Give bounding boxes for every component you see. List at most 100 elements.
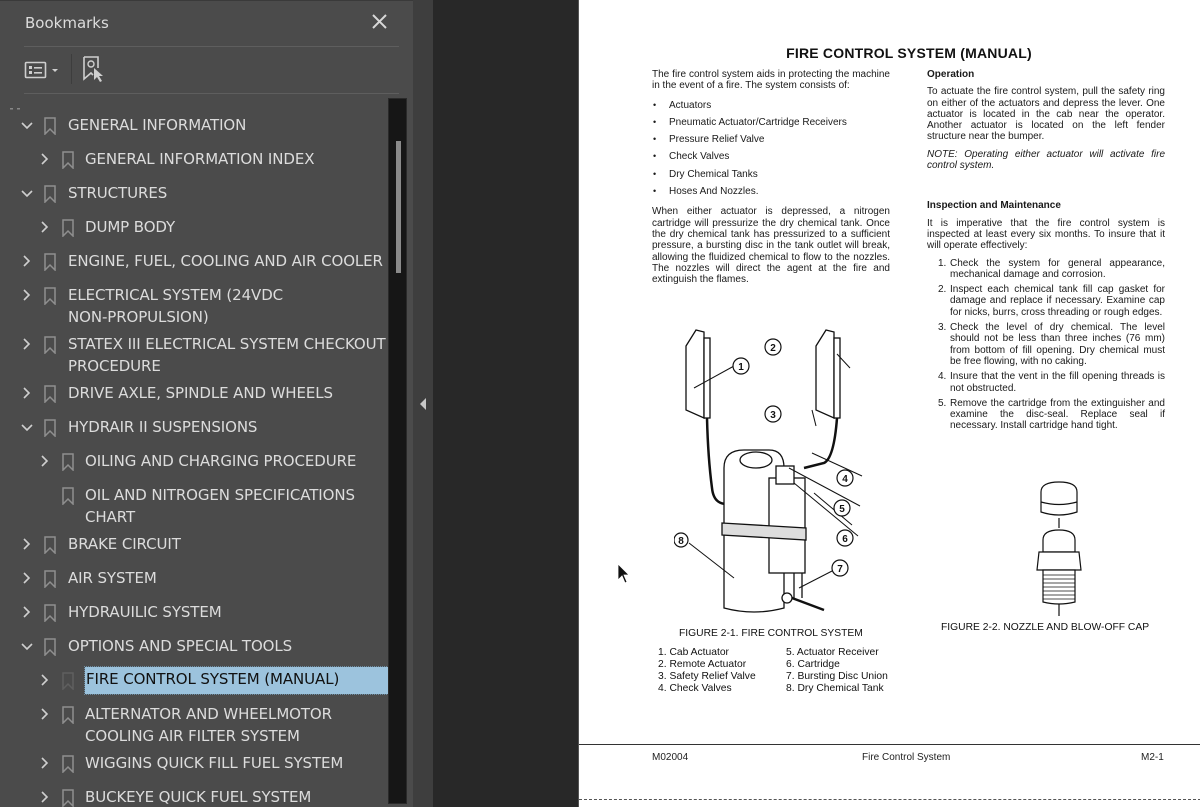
callout-2: 2 [764,338,782,356]
bookmark-icon [62,151,74,170]
step-item: 1. Check the system for general appearanc… [927,258,1165,281]
chevron-down-icon[interactable] [20,635,34,657]
footer-rule [579,744,1200,745]
inspection-heading: Inspection and Maintenance [927,200,1061,212]
scrollbar-thumb[interactable] [396,141,401,273]
bookmark-icon [62,672,74,691]
step-item: 2. Inspect each chemical tank fill cap ga… [927,284,1165,318]
chevron-right-icon[interactable] [38,786,52,807]
step-text: Inspect each chemical tank fill cap gask… [950,284,1165,318]
step-item: 4. Insure that the vent in the fill openi… [927,371,1165,394]
chevron-right-icon[interactable] [20,284,34,306]
bookmark-icon [44,117,56,136]
bookmarks-scrollbar[interactable] [388,98,407,804]
chevron-right-icon[interactable] [38,216,52,238]
page-break-line [579,799,1200,800]
description-paragraph: When either actuator is depressed, a nit… [652,206,890,286]
chevron-right-icon[interactable] [38,752,52,774]
bookmark-icon [44,419,56,438]
page-title: FIRE CONTROL SYSTEM (MANUAL) [786,45,1032,61]
list-item: Check Valves [652,151,890,168]
bookmark-label: HYDRAIR II SUSPENSIONS [68,418,258,436]
figure-2-caption: FIGURE 2-2. NOZZLE AND BLOW-OFF CAP [941,622,1150,633]
panel-collapse-strip [413,0,433,807]
chevron-down-icon[interactable] [20,114,34,136]
bookmark-icon [44,604,56,623]
bookmarks-header: Bookmarks [24,1,399,47]
new-bookmark-icon[interactable] [81,55,107,83]
document-page: FIRE CONTROL SYSTEM (MANUAL) The fire co… [578,0,1200,807]
bookmark-icon [62,219,74,238]
step-text: Check the level of dry chemical. The lev… [950,322,1165,367]
bookmark-icon [44,536,56,555]
legend-item: 4. Check Valves [658,683,732,695]
operation-note: NOTE: Operating either actuator will act… [927,148,1165,172]
chevron-right-icon[interactable] [20,250,34,272]
step-text: Check the system for general appearance,… [950,257,1165,280]
chevron-right-icon[interactable] [20,382,34,404]
bookmark-icon [44,570,56,589]
close-icon[interactable] [369,11,391,33]
list-item: Hoses And Nozzles. [652,186,890,203]
inspection-paragraph: It is imperative that the fire control s… [927,217,1165,252]
bookmark-label: OPTIONS AND SPECIAL TOOLS [68,637,293,655]
bookmark-label: GENERAL INFORMATION INDEX [85,150,315,168]
step-number: 2. [938,284,947,296]
step-item: 5. Remove the cartridge from the extingui… [927,398,1165,432]
chevron-right-icon[interactable] [38,703,52,725]
bookmark-icon [44,336,56,355]
bookmark-label: BUCKEYE QUICK FUEL SYSTEM [85,788,312,806]
operation-paragraph: To actuate the fire control system, pull… [927,86,1165,143]
chevron-right-icon[interactable] [38,148,52,170]
collapse-panel-icon[interactable] [419,397,427,410]
chevron-right-icon[interactable] [20,567,34,589]
callout-label: 2 [770,343,776,354]
bookmark-label: OILING AND CHARGING PROCEDURE [85,452,357,470]
legend-item: 1. Cab Actuator [658,647,729,658]
callout-4: 4 [836,469,854,487]
bookmark-label: ELECTRICAL SYSTEM (24VDC NON-PROPULSION) [68,286,284,326]
bookmark-label: FIRE CONTROL SYSTEM (MANUAL) [84,666,389,695]
operation-heading: Operation [927,69,975,80]
bookmark-icon [62,755,74,774]
bookmark-icon [62,789,74,807]
component-list: Actuators Pneumatic Actuator/Cartridge R… [652,100,890,204]
bookmark-label: WIGGINS QUICK FILL FUEL SYSTEM [85,754,344,772]
callout-label: 3 [770,410,776,421]
callout-6: 6 [836,529,854,547]
chevron-right-icon[interactable] [20,333,34,355]
callout-3: 3 [764,405,782,423]
legend-item: 5. Actuator Receiver [786,647,879,658]
bookmarks-tree: GENERAL INFORMATION GENERAL INFORMATION I… [8,98,391,807]
bookmark-icon [44,287,56,306]
chevron-right-icon[interactable] [38,450,52,472]
callout-7: 7 [831,559,849,577]
bookmark-icon [44,253,56,272]
fire-control-system-figure: 1 2 3 4 5 6 7 8 [674,329,863,613]
legend-item: 7. Bursting Disc Union [786,671,888,683]
nozzle-figure [1036,481,1082,616]
partial-row-above [8,98,28,115]
chevron-right-icon[interactable] [20,601,34,623]
bookmark-label: DRIVE AXLE, SPINDLE AND WHEELS [68,384,333,402]
chevron-right-icon[interactable] [38,669,52,691]
toolbar-separator [71,54,72,84]
chevron-down-icon[interactable] [20,416,34,438]
bookmark-label: ENGINE, FUEL, COOLING AND AIR COOLER [68,252,383,270]
options-list-icon[interactable] [24,57,64,83]
bookmarks-toolbar [24,47,399,94]
list-item: Pneumatic Actuator/Cartridge Receivers [652,117,890,134]
left-column: The fire control system aids in protecti… [652,69,890,285]
legend-column: 5. Actuator Receiver 6. Cartridge 7. Bur… [786,647,888,695]
bookmarks-panel: Bookmarks GENERAL INFORMATION GENERAL IN… [0,0,413,807]
document-viewport[interactable]: FIRE CONTROL SYSTEM (MANUAL) The fire co… [433,0,1200,807]
legend-item: 3. Safety Relief Valve [658,671,756,683]
bookmark-icon [62,706,74,725]
callout-label: 8 [678,536,684,547]
chevron-right-icon[interactable] [20,533,34,555]
right-column: Operation To actuate the fire control sy… [927,69,1165,436]
bookmark-label: STATEX III ELECTRICAL SYSTEM CHECKOUT PR… [68,335,386,375]
bookmark-label: BRAKE CIRCUIT [68,535,181,553]
intro-paragraph: The fire control system aids in protecti… [652,69,890,92]
chevron-down-icon[interactable] [20,182,34,204]
